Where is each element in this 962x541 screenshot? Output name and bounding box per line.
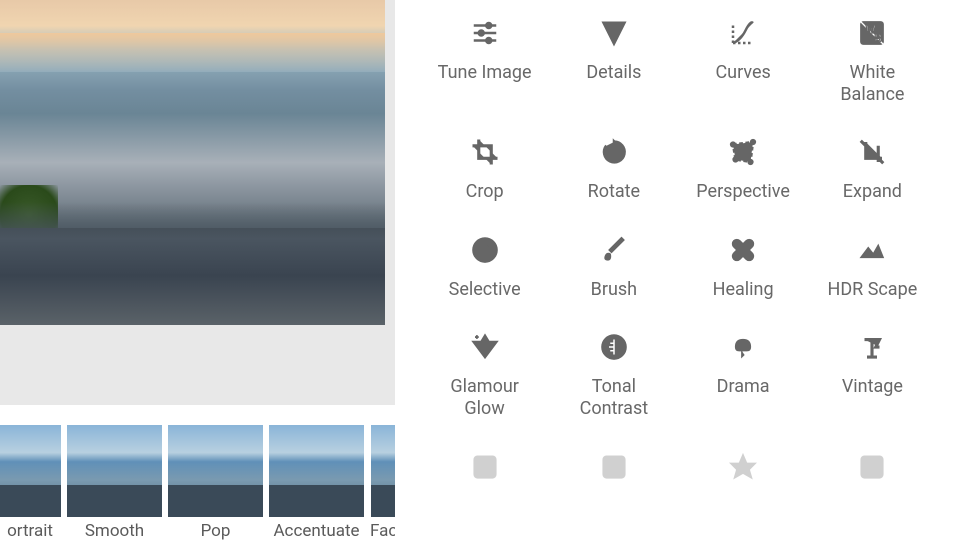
tool-rotate[interactable]: Rotate — [549, 129, 678, 207]
filter-label: Accentuate — [273, 521, 359, 541]
tool-glamour-glow[interactable]: GlamourGlow — [420, 324, 549, 423]
tool-label: Perspective — [696, 181, 790, 203]
glamour-glow-icon — [466, 328, 504, 366]
tool-label: Expand — [843, 181, 902, 203]
filter-strip[interactable]: ortrait Smooth Pop Accentuate Fac — [0, 405, 395, 541]
partial-icon — [595, 448, 633, 486]
tool-partial-1[interactable]: x — [420, 444, 549, 518]
tool-crop[interactable]: Crop — [420, 129, 549, 207]
filter-thumb — [67, 425, 162, 517]
details-icon — [595, 14, 633, 52]
selective-icon — [466, 231, 504, 269]
tool-vintage[interactable]: Vintage — [808, 324, 937, 423]
tool-label: Drama — [717, 376, 770, 398]
tool-brush[interactable]: Brush — [549, 227, 678, 305]
tools-panel: Tune Image Details Curves WB WhiteBalanc… — [395, 0, 962, 541]
tool-label: Selective — [449, 279, 521, 301]
tool-label: Rotate — [588, 181, 640, 203]
filter-faded[interactable]: Fac — [370, 425, 395, 541]
filter-thumb — [371, 425, 395, 517]
hdr-scape-icon — [853, 231, 891, 269]
tools-grid: Tune Image Details Curves WB WhiteBalanc… — [395, 10, 962, 518]
tool-white-balance[interactable]: WB WhiteBalance — [808, 10, 937, 109]
rotate-icon — [595, 133, 633, 171]
tool-partial-3[interactable]: x — [679, 444, 808, 518]
partial-icon — [853, 448, 891, 486]
tool-tune-image[interactable]: Tune Image — [420, 10, 549, 109]
healing-icon — [724, 231, 762, 269]
tool-perspective[interactable]: Perspective — [679, 129, 808, 207]
white-balance-icon: WB — [853, 14, 891, 52]
tool-label: Curves — [715, 62, 770, 84]
partial-icon — [466, 448, 504, 486]
filter-label: ortrait — [7, 521, 53, 541]
filter-label: Smooth — [85, 521, 144, 541]
tool-label: Vintage — [842, 376, 903, 398]
drama-icon — [724, 328, 762, 366]
vintage-icon — [853, 328, 891, 366]
filter-portrait[interactable]: ortrait — [0, 425, 61, 541]
filter-label: Pop — [201, 521, 231, 541]
expand-icon — [853, 133, 891, 171]
filter-label: Fac — [370, 521, 395, 541]
tune-icon — [466, 14, 504, 52]
filter-pop[interactable]: Pop — [168, 425, 263, 541]
tool-partial-2[interactable]: x — [549, 444, 678, 518]
tool-expand[interactable]: Expand — [808, 129, 937, 207]
tool-label: Brush — [591, 279, 637, 301]
curves-icon — [724, 14, 762, 52]
brush-icon — [595, 231, 633, 269]
crop-icon — [466, 133, 504, 171]
tool-hdr-scape[interactable]: HDR Scape — [808, 227, 937, 305]
tool-drama[interactable]: Drama — [679, 324, 808, 423]
preview-panel: ortrait Smooth Pop Accentuate Fac — [0, 0, 395, 541]
tool-healing[interactable]: Healing — [679, 227, 808, 305]
tool-label: Healing — [713, 279, 774, 301]
tool-tonal-contrast[interactable]: TonalContrast — [549, 324, 678, 423]
tool-partial-4[interactable]: x — [808, 444, 937, 518]
tool-label: Tune Image — [438, 62, 532, 84]
filter-thumb — [168, 425, 263, 517]
main-photo[interactable] — [0, 0, 385, 325]
partial-icon — [724, 448, 762, 486]
filter-thumb — [269, 425, 364, 517]
filter-accentuate[interactable]: Accentuate — [269, 425, 364, 541]
tonal-contrast-icon — [595, 328, 633, 366]
tool-label: WhiteBalance — [840, 62, 904, 105]
image-preview-container — [0, 0, 395, 405]
filter-thumb — [0, 425, 61, 517]
tool-selective[interactable]: Selective — [420, 227, 549, 305]
tool-curves[interactable]: Curves — [679, 10, 808, 109]
tool-label: GlamourGlow — [450, 376, 519, 419]
tool-label: TonalContrast — [580, 376, 649, 419]
tool-label: HDR Scape — [827, 279, 917, 301]
svg-text:B: B — [875, 32, 882, 45]
tool-details[interactable]: Details — [549, 10, 678, 109]
filter-smooth[interactable]: Smooth — [67, 425, 162, 541]
tool-label: Details — [586, 62, 641, 84]
tool-label: Crop — [466, 181, 504, 203]
perspective-icon — [724, 133, 762, 171]
